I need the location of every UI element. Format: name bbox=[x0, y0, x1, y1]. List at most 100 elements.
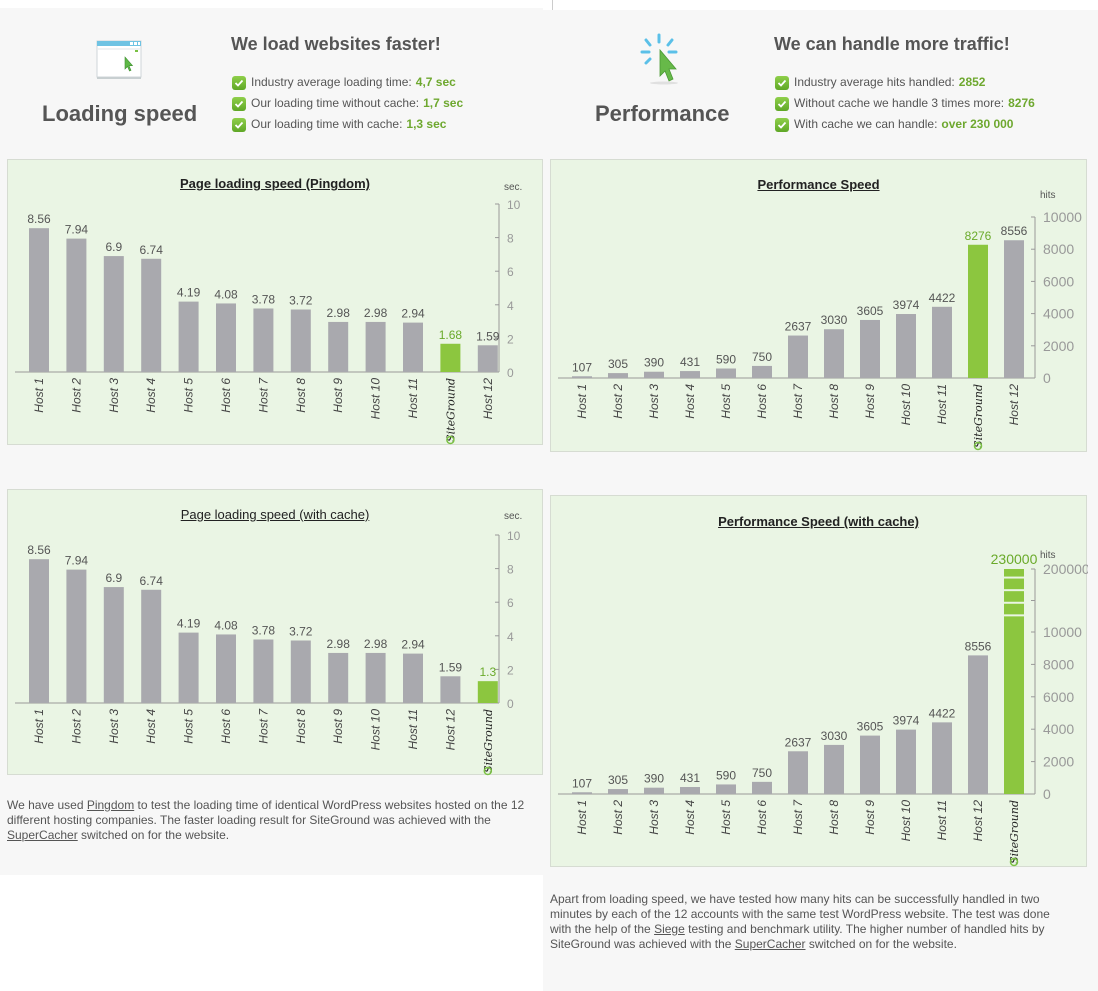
benefit-text: Our loading time with cache: bbox=[251, 117, 403, 131]
y-tick-label: 6000 bbox=[1043, 689, 1074, 705]
section-heading: We load websites faster! bbox=[231, 34, 441, 54]
data-label: 3.72 bbox=[289, 294, 313, 308]
bar bbox=[178, 632, 199, 703]
data-label: 3.72 bbox=[289, 625, 313, 639]
data-label: 7.94 bbox=[65, 223, 89, 237]
x-tick-label: Host 2 bbox=[611, 800, 625, 835]
data-label: 4422 bbox=[929, 291, 956, 305]
y-tick-label: 2 bbox=[507, 332, 514, 346]
y-axis-unit-label: sec. bbox=[504, 182, 522, 193]
bar bbox=[365, 321, 386, 372]
bar bbox=[860, 735, 880, 794]
loading-speed-header: Loading speed We load websites faster! I… bbox=[0, 10, 543, 155]
browser-window-cursor-icon bbox=[96, 40, 142, 85]
x-tick-label: Host 4 bbox=[144, 709, 158, 744]
bar bbox=[403, 322, 423, 372]
x-tick-label: Host 1 bbox=[32, 378, 46, 413]
siege-link[interactable]: Siege bbox=[654, 922, 685, 936]
performance-header: Performance We can handle more traffic! … bbox=[543, 10, 1098, 155]
bar bbox=[716, 368, 736, 378]
x-tick-label: Host 11 bbox=[935, 384, 949, 424]
data-label: 3605 bbox=[857, 720, 884, 734]
bar bbox=[29, 559, 49, 703]
bar-highlight bbox=[477, 681, 498, 703]
data-label: 6.74 bbox=[140, 243, 164, 257]
section-heading: We can handle more traffic! bbox=[774, 34, 1010, 54]
benefit-item: Our loading time with cache: 1,3 sec bbox=[232, 114, 463, 135]
bar bbox=[644, 371, 664, 378]
bar bbox=[253, 639, 274, 703]
supercacher-link[interactable]: SuperCacher bbox=[735, 937, 806, 951]
checkmark-icon bbox=[232, 117, 246, 132]
y-axis-unit-label: sec. bbox=[504, 511, 522, 522]
cursor-click-burst-icon bbox=[640, 32, 684, 97]
y-tick-label: 6 bbox=[507, 265, 514, 279]
bar bbox=[66, 238, 87, 372]
bar bbox=[608, 373, 628, 378]
desc-text: switched on for the website. bbox=[77, 828, 230, 842]
data-label: 2637 bbox=[785, 735, 812, 749]
column-divider bbox=[552, 0, 553, 10]
data-label: 3030 bbox=[821, 313, 848, 327]
data-label: 230000 bbox=[991, 551, 1038, 567]
x-tick-label: Host 10 bbox=[899, 800, 913, 842]
chart-performance-plot: hits 0 2000 4000 6000 8000 10000 107 Host 1 305 Ho… bbox=[558, 190, 1082, 451]
bar bbox=[1004, 240, 1024, 378]
desc-text: We have used bbox=[7, 798, 87, 812]
benefit-value: 8276 bbox=[1008, 96, 1035, 110]
data-label: 750 bbox=[752, 350, 772, 364]
y-tick-label: 10 bbox=[507, 529, 521, 543]
bar bbox=[968, 655, 988, 794]
bar bbox=[788, 751, 808, 794]
x-tick-label: Host 6 bbox=[219, 709, 233, 744]
y-tick-label: 0 bbox=[507, 366, 514, 380]
bar bbox=[29, 228, 49, 372]
data-label: 107 bbox=[572, 360, 592, 374]
x-tick-label: Host 12 bbox=[481, 378, 495, 420]
x-tick-label: Host 2 bbox=[69, 378, 83, 413]
x-tick-label: Host 8 bbox=[827, 800, 841, 835]
x-tick-label: Host 3 bbox=[107, 709, 121, 744]
checkmark-icon bbox=[775, 117, 789, 132]
data-label: 4.08 bbox=[214, 618, 238, 632]
x-tick-label: Host 1 bbox=[575, 800, 589, 835]
data-label: 7.94 bbox=[65, 554, 89, 568]
loading-description: We have used Pingdom to test the loading… bbox=[7, 798, 537, 843]
data-label: 3974 bbox=[893, 714, 920, 728]
x-tick-label: Host 2 bbox=[69, 709, 83, 744]
data-label: 4422 bbox=[929, 706, 956, 720]
bar bbox=[752, 781, 772, 794]
x-tick-label: Host 7 bbox=[256, 708, 270, 744]
benefit-text: Without cache we handle 3 times more: bbox=[794, 96, 1005, 110]
data-label: 8.56 bbox=[27, 212, 51, 226]
bar bbox=[896, 314, 916, 378]
data-label: 8276 bbox=[965, 229, 992, 243]
chart-cache-plot: sec. 0 2 4 6 8 10 8.56 Host 1 7.94 Host 2 6.9 Host 3… bbox=[15, 511, 522, 776]
y-tick-label: 8000 bbox=[1043, 241, 1074, 257]
y-tick-label: 2 bbox=[507, 663, 514, 677]
y-tick-label: 10 bbox=[507, 198, 521, 212]
supercacher-link[interactable]: SuperCacher bbox=[7, 828, 78, 842]
axis-break-mark bbox=[1004, 589, 1024, 592]
pingdom-link[interactable]: Pingdom bbox=[87, 798, 134, 812]
data-label: 3605 bbox=[857, 304, 884, 318]
x-tick-label: Host 5 bbox=[182, 378, 196, 413]
bar bbox=[66, 569, 87, 703]
bar bbox=[290, 640, 311, 703]
x-tick-label: Host 11 bbox=[406, 709, 420, 749]
desc-text: switched on for the website. bbox=[805, 937, 957, 951]
data-label: 305 bbox=[608, 357, 628, 371]
data-label: 431 bbox=[680, 771, 700, 785]
benefit-text: Our loading time without cache: bbox=[251, 96, 420, 110]
bar bbox=[824, 329, 844, 378]
y-tick-label: 8000 bbox=[1043, 656, 1074, 672]
bar bbox=[216, 303, 236, 372]
x-tick-label: Host 10 bbox=[369, 378, 383, 420]
benefit-value: 2852 bbox=[958, 75, 986, 89]
data-label: 2.98 bbox=[327, 637, 351, 651]
x-tick-label: Host 5 bbox=[719, 800, 733, 835]
y-tick-label: 10000 bbox=[1043, 624, 1082, 640]
bar bbox=[103, 587, 124, 703]
chart-cache: Page loading speed (with cache) sec. 0 2 4 6… bbox=[7, 489, 543, 776]
benefit-value: over 230 000 bbox=[941, 117, 1014, 131]
